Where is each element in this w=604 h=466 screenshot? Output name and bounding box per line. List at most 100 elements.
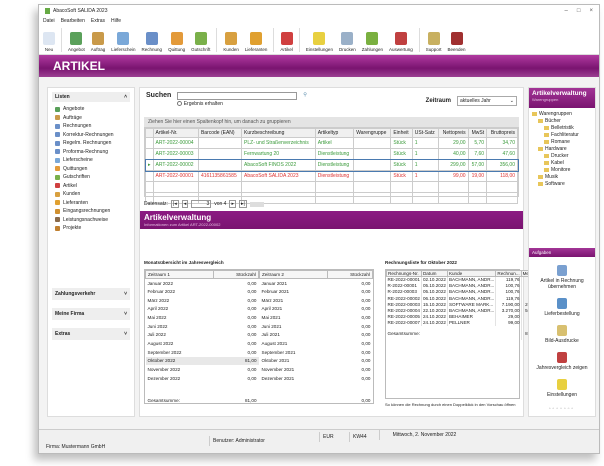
task-einstellungen[interactable]: Einstellungen — [529, 379, 595, 398]
close-button[interactable]: × — [589, 8, 593, 14]
toolbar-support-button[interactable]: Support — [426, 32, 442, 52]
sidebar-section[interactable]: Extras ˅ — [52, 327, 130, 340]
tree-node[interactable]: Romane — [532, 139, 592, 146]
tree-node[interactable]: Fachliteratur — [532, 132, 592, 139]
toolbar-lieferschein-button[interactable]: Lieferschein — [111, 32, 136, 52]
prev-record-button[interactable]: ◂ — [181, 200, 189, 208]
sidebar-item-eingangsrechnungen[interactable]: Eingangsrechnungen — [52, 207, 130, 216]
search-icon[interactable]: ⚲ — [303, 92, 307, 98]
column-header[interactable]: Einheit — [390, 128, 413, 138]
tree-node[interactable]: Kabel — [532, 160, 592, 167]
tree-node[interactable]: Musik — [532, 174, 592, 181]
tree-node[interactable]: Warengruppen — [532, 111, 592, 118]
sidebar-item-proforma-rechnung[interactable]: Proforma-Rechnung — [52, 148, 130, 157]
invoice-row[interactable]: R-2022-00001 05.10.2022 BACHMANN, ANDR... 1… — [386, 282, 539, 289]
column-header[interactable]: Warengruppe — [353, 128, 392, 138]
toolbar-zahlungen-button[interactable]: Zahlungen — [362, 32, 383, 52]
toolbar-beenden-button[interactable]: Beenden — [448, 32, 466, 52]
invoice-row[interactable]: RE-2022-0000524.10.2022BEHAIMER29,001,00 — [386, 313, 539, 320]
column-header[interactable]: Artikeltyp — [314, 128, 355, 138]
toolbar-lieferanten-button[interactable]: Lieferanten — [245, 32, 267, 52]
search-input[interactable] — [177, 92, 298, 100]
sidebar-item-label: Leistungsnachweise — [63, 216, 109, 223]
first-record-button[interactable]: |◂ — [170, 200, 179, 208]
table-row[interactable]: ART-2022-00003 Fernwartung 20 Dienstleistu… — [145, 148, 518, 160]
menu-extras[interactable]: Extras — [91, 18, 105, 24]
tree-node[interactable]: Belletristik — [532, 125, 592, 132]
table-row[interactable]: ▸ ART-2022-00002 AbacoSoft FINOS 2022 Diens… — [144, 158, 519, 172]
tree-node[interactable]: Hardware — [532, 146, 592, 153]
sidebar-section[interactable]: Meine Firma ˅ — [52, 307, 130, 320]
toolbar-auftrag-button[interactable]: Auftrag — [91, 32, 105, 52]
record-current[interactable]: 3 — [191, 200, 212, 208]
invoice-row[interactable]: RE-2022-0000724.10.2022PELLNER99,001,00 — [386, 319, 539, 326]
toolbar-rechnung-button[interactable]: Rechnung — [142, 32, 162, 52]
invoice-row[interactable]: RE-2022-00004 22.10.2022 BACHMANN, ANDR...… — [386, 307, 539, 314]
invoice-row[interactable]: RE-2022-00003 15.10.2022 SOFTWARE MARK... 7… — [386, 301, 539, 308]
sidebar-item-lieferscheine[interactable]: Lieferscheine — [52, 156, 130, 165]
menu-hilfe[interactable]: Hilfe — [111, 18, 121, 24]
tree-node[interactable]: Drucker — [532, 153, 592, 160]
toolbar-auswertung-button[interactable]: Auswertung — [389, 32, 413, 52]
group-by-area[interactable]: Ziehen Sie hier einen Spaltenkopf hin, u… — [144, 117, 519, 127]
horizontal-scrollbar[interactable] — [249, 201, 264, 207]
column-header[interactable]: Nettopreis — [438, 128, 469, 138]
column-header[interactable]: MwSt — [467, 128, 488, 138]
column-header[interactable]: Bruttopreis — [486, 128, 518, 138]
toolbar-angebot-button[interactable]: Angebot — [68, 32, 85, 52]
sidebar-section[interactable]: Zahlungsverkehr ˅ — [52, 287, 130, 300]
toolbar-artikel-button[interactable]: Artikel — [280, 32, 293, 52]
toolbar-neu-button[interactable]: Neu — [43, 32, 55, 52]
toolbar-separator — [273, 28, 275, 52]
table-row[interactable]: ART-2022-00004 PLZ- und Straßenverzeichni… — [145, 137, 518, 149]
column-header[interactable]: Artikel-Nr. — [152, 128, 199, 138]
col-stueck1[interactable]: Stückzahl — [213, 270, 259, 279]
toolbar-quittung-button[interactable]: Quittung — [168, 32, 185, 52]
col-stueck2[interactable]: Stückzahl — [327, 270, 373, 279]
column-header[interactable]: Barcode (EAN) — [197, 128, 243, 138]
task-artikel-in-rechnung-übernehmen[interactable]: Artikel in Rechnung übernehmen — [529, 265, 595, 290]
menu-bearbeiten[interactable]: Bearbeiten — [61, 18, 85, 24]
tree-node[interactable]: Software — [532, 181, 592, 188]
invoice-row[interactable]: RE-2022-00001 02.10.2022 BACHMANN, ANDR...… — [386, 276, 539, 283]
sidebar-item-quittungen[interactable]: Quittungen — [52, 165, 130, 174]
toolbar-drucken-button[interactable]: Drucken — [339, 32, 356, 52]
panel-switcher[interactable]: ▫▫▫▫▫▫▫ — [529, 406, 595, 412]
sidebar-item-aufträge[interactable]: Aufträge — [52, 114, 130, 123]
column-header[interactable]: USt-Satz — [411, 128, 440, 138]
task-bild-ausdrucke[interactable]: Bild-Ausdrucke — [529, 325, 595, 344]
column-header[interactable]: Kurzbeschreibung — [241, 128, 316, 138]
task-lieferbestellung[interactable]: Lieferbestellung — [529, 298, 595, 317]
sidebar-item-rechnungen[interactable]: Rechnungen — [52, 122, 130, 131]
tree-node[interactable]: Monitore — [532, 167, 592, 174]
col-zeitraum1[interactable]: Zeitraum 1 — [144, 270, 215, 279]
tree-node[interactable]: Bücher — [532, 118, 592, 125]
sidebar-header-listen[interactable]: Listen ˄ — [52, 92, 130, 102]
zeitraum-select[interactable]: aktuelles Jahr ⌄ — [457, 96, 517, 106]
col-zeitraum2[interactable]: Zeitraum 2 — [258, 270, 329, 279]
task-jahresvergleich-zeigen[interactable]: Jahresvergleich zeigen — [529, 352, 595, 371]
sidebar-item-kunden[interactable]: Kunden — [52, 190, 130, 199]
menu-datei[interactable]: Datei — [43, 18, 55, 24]
toolbar-gutschrift-button[interactable]: Gutschrift — [191, 32, 210, 52]
sidebar-item-korrektur-rechnungen[interactable]: Korrektur-Rechnungen — [52, 131, 130, 140]
table-row[interactable]: ART-2022-00001 4161135861585 AbacoSoft SAL… — [145, 170, 518, 182]
invoice-row[interactable]: RE-2022-00002 06.10.2022 BACHMANN, ANDR...… — [386, 295, 539, 302]
invoice-row[interactable]: R-2022-00003 05.10.2022 BACHMANN, ANDR... 1… — [386, 288, 539, 296]
invoice-column-header[interactable]: Rechnun... — [495, 270, 522, 277]
sidebar-item-projekte[interactable]: Projekte — [52, 224, 130, 233]
keep-result-checkbox[interactable] — [177, 101, 183, 107]
sidebar-item-artikel[interactable]: Artikel — [52, 182, 130, 191]
sidebar-item-leistungsnachweise[interactable]: Leistungsnachweise — [52, 216, 130, 225]
minimize-button[interactable]: – — [565, 8, 568, 14]
next-record-button[interactable]: ▸ — [229, 200, 236, 208]
toolbar-einstellungen-button[interactable]: Einstellungen — [306, 32, 333, 52]
sidebar-item-lieferanten[interactable]: Lieferanten — [52, 199, 130, 208]
toolbar-kunden-button[interactable]: Kunden — [223, 32, 239, 52]
sidebar-item-angebote[interactable]: Angebote — [52, 105, 130, 114]
sidebar-item-gutschriften[interactable]: Gutschriften — [52, 173, 130, 182]
invoice-column-header[interactable]: Rechnungs-Nr. — [386, 270, 422, 277]
maximize-button[interactable]: □ — [577, 8, 581, 14]
last-record-button[interactable]: ▸| — [238, 200, 247, 208]
sidebar-item-regelm-rechnungen[interactable]: Regelm. Rechnungen — [52, 139, 130, 148]
